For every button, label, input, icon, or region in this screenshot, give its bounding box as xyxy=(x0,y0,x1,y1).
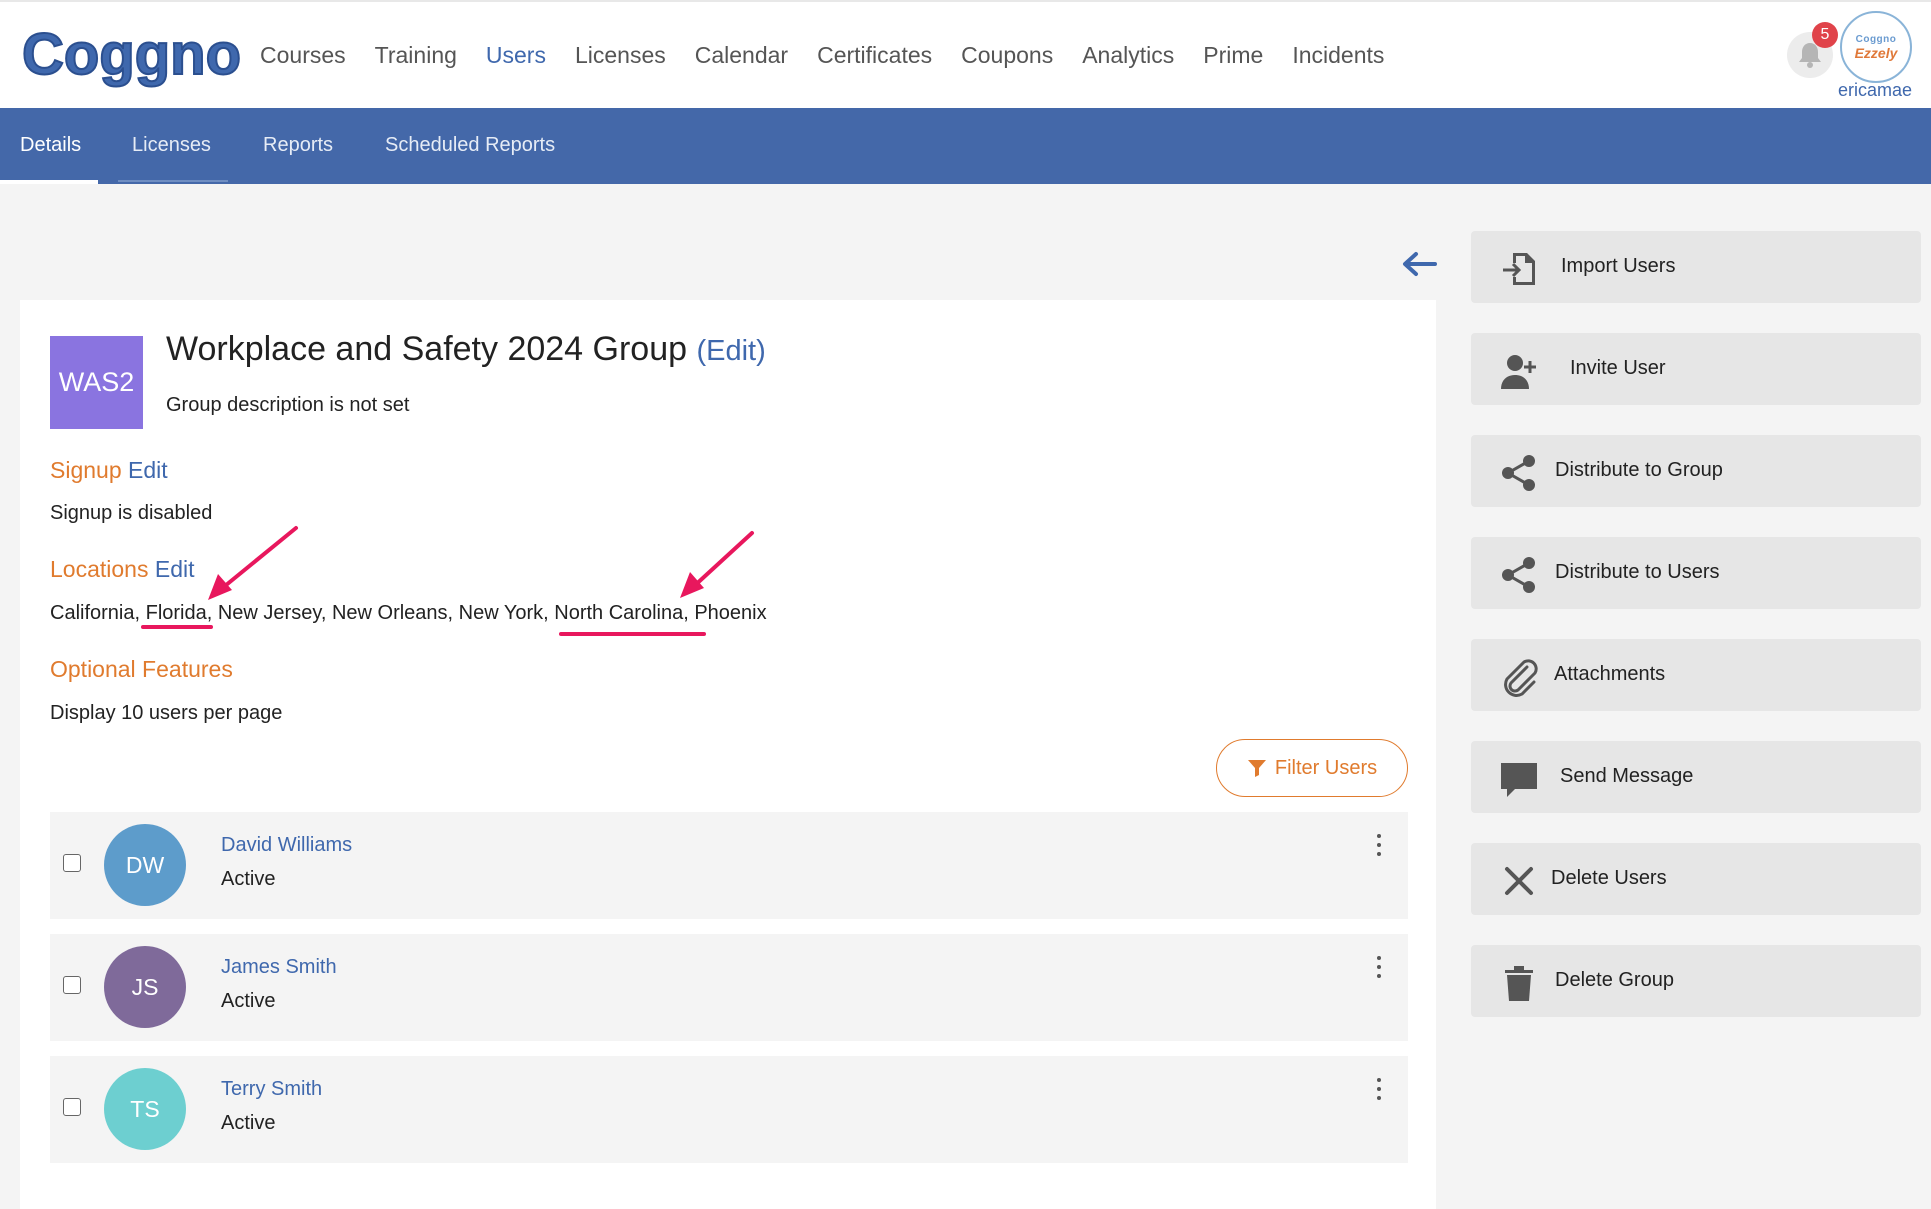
user-row[interactable]: TS Terry Smith Active xyxy=(50,1056,1408,1163)
locations-list: California, Florida, New Jersey, New Orl… xyxy=(50,602,767,624)
user-avatar: JS xyxy=(104,946,186,1028)
avatar-brand-line: Coggno xyxy=(1855,33,1897,45)
filter-users-button[interactable]: Filter Users xyxy=(1216,739,1408,797)
notification-count-badge: 5 xyxy=(1812,22,1838,48)
import-users-label: Import Users xyxy=(1561,255,1676,277)
account-avatar[interactable]: Coggno Ezzely xyxy=(1840,11,1912,83)
signup-heading: Signup Edit xyxy=(50,457,168,484)
tab-reports[interactable]: Reports xyxy=(263,134,333,157)
optional-features-heading: Optional Features xyxy=(50,656,233,682)
nav-courses[interactable]: Courses xyxy=(260,42,346,69)
back-arrow-icon[interactable] xyxy=(1401,249,1437,279)
logo-text: Coggno xyxy=(22,22,241,87)
group-tile: WAS2 xyxy=(50,336,143,429)
delete-group-button[interactable]: Delete Group xyxy=(1471,945,1921,1017)
user-name-link[interactable]: James Smith xyxy=(221,956,337,979)
user-row[interactable]: DW David Williams Active xyxy=(50,812,1408,919)
add-user-icon xyxy=(1501,355,1536,389)
account-username[interactable]: ericamae xyxy=(1838,80,1912,101)
distribute-to-group-button[interactable]: Distribute to Group xyxy=(1471,435,1921,507)
group-description: Group description is not set xyxy=(166,394,410,416)
edit-signup-link[interactable]: Edit xyxy=(128,457,168,483)
import-users-button[interactable]: Import Users xyxy=(1471,231,1921,303)
user-name-link[interactable]: David Williams xyxy=(221,834,352,857)
more-options-icon[interactable] xyxy=(1375,834,1383,856)
import-icon xyxy=(1503,253,1535,285)
avatar-org-line: Ezzely xyxy=(1854,44,1898,61)
distribute-to-users-label: Distribute to Users xyxy=(1555,561,1720,583)
share-icon xyxy=(1502,557,1535,593)
user-select-checkbox[interactable] xyxy=(63,854,81,872)
group-details-card: WAS2 Workplace and Safety 2024 Group (Ed… xyxy=(20,300,1436,1209)
share-icon xyxy=(1502,455,1535,491)
tab-details[interactable]: Details xyxy=(20,134,81,157)
filter-users-label: Filter Users xyxy=(1274,756,1378,779)
user-avatar: DW xyxy=(104,824,186,906)
send-message-label: Send Message xyxy=(1560,765,1694,787)
user-status: Active xyxy=(221,1112,276,1134)
group-subnav: Details Licenses Reports Scheduled Repor… xyxy=(0,108,1931,184)
edit-locations-link[interactable]: Edit xyxy=(155,556,195,582)
user-avatar: TS xyxy=(104,1068,186,1150)
more-options-icon[interactable] xyxy=(1375,1078,1383,1100)
invite-user-button[interactable]: Invite User xyxy=(1471,333,1921,405)
invite-user-label: Invite User xyxy=(1570,357,1666,379)
nav-prime[interactable]: Prime xyxy=(1203,42,1263,69)
locations-heading: Locations Edit xyxy=(50,556,195,583)
optional-features-text: Display 10 users per page xyxy=(50,702,283,724)
group-name: Workplace and Safety 2024 Group xyxy=(166,330,688,368)
attachments-label: Attachments xyxy=(1554,663,1666,685)
nav-analytics[interactable]: Analytics xyxy=(1082,42,1174,69)
top-navbar: Coggno Courses Training Users Licenses C… xyxy=(0,0,1931,108)
coggno-logo[interactable]: Coggno xyxy=(18,20,243,92)
nav-training[interactable]: Training xyxy=(375,42,457,69)
user-status: Active xyxy=(221,868,276,890)
message-icon xyxy=(1501,763,1537,797)
delete-users-button[interactable]: Delete Users xyxy=(1471,843,1921,915)
more-options-icon[interactable] xyxy=(1375,956,1383,978)
close-icon xyxy=(1505,867,1533,895)
tab-licenses[interactable]: Licenses xyxy=(132,134,211,157)
locations-heading-label: Locations xyxy=(50,556,149,582)
user-select-checkbox[interactable] xyxy=(63,1098,81,1116)
group-title: Workplace and Safety 2024 Group (Edit) xyxy=(166,330,766,369)
attachments-button[interactable]: Attachments xyxy=(1471,639,1921,711)
nav-calendar[interactable]: Calendar xyxy=(695,42,788,69)
distribute-to-group-label: Distribute to Group xyxy=(1555,459,1723,481)
tab-hover-indicator xyxy=(118,180,228,182)
user-status: Active xyxy=(221,990,276,1012)
user-row[interactable]: JS James Smith Active xyxy=(50,934,1408,1041)
edit-group-link[interactable]: (Edit) xyxy=(696,335,765,367)
nav-incidents[interactable]: Incidents xyxy=(1292,42,1384,69)
trash-icon xyxy=(1505,966,1533,1001)
user-name-link[interactable]: Terry Smith xyxy=(221,1078,322,1101)
signup-heading-label: Signup xyxy=(50,457,122,483)
paperclip-icon xyxy=(1504,659,1538,697)
filter-icon xyxy=(1247,760,1266,777)
delete-group-label: Delete Group xyxy=(1555,969,1674,991)
main-nav: Courses Training Users Licenses Calendar… xyxy=(260,42,1413,69)
nav-certificates[interactable]: Certificates xyxy=(817,42,932,69)
send-message-button[interactable]: Send Message xyxy=(1471,741,1921,813)
nav-users[interactable]: Users xyxy=(486,42,546,69)
tab-scheduled-reports[interactable]: Scheduled Reports xyxy=(385,134,555,157)
active-tab-indicator xyxy=(0,180,98,184)
user-select-checkbox[interactable] xyxy=(63,976,81,994)
signup-status: Signup is disabled xyxy=(50,502,213,524)
nav-licenses[interactable]: Licenses xyxy=(575,42,666,69)
nav-coupons[interactable]: Coupons xyxy=(961,42,1053,69)
distribute-to-users-button[interactable]: Distribute to Users xyxy=(1471,537,1921,609)
delete-users-label: Delete Users xyxy=(1551,867,1667,889)
